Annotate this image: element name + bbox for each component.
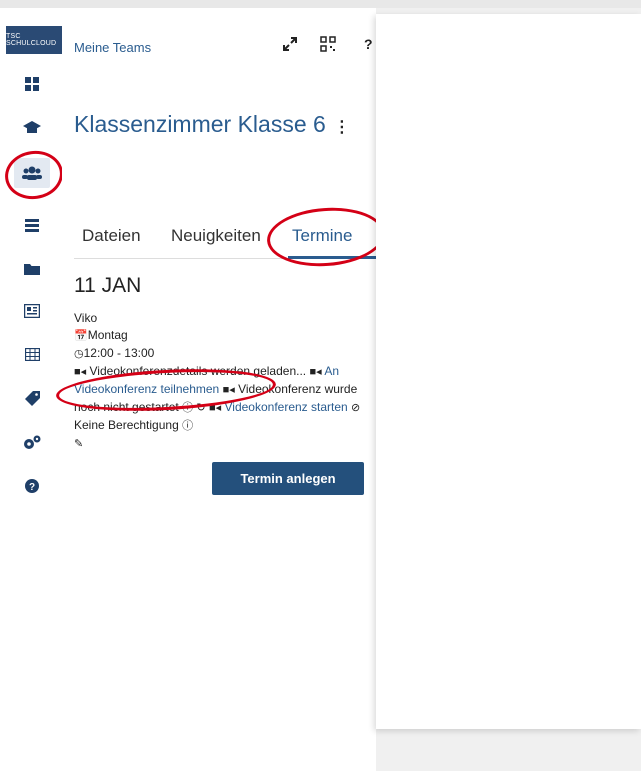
clock-icon: ◷	[74, 348, 84, 360]
more-options-icon[interactable]: ⋮	[334, 119, 350, 136]
help-icon[interactable]: ?	[364, 36, 373, 52]
svg-text:?: ?	[29, 482, 35, 493]
event-time-row: ◷12:00 - 13:00	[74, 345, 364, 363]
folder-icon[interactable]	[20, 256, 44, 280]
question-icon[interactable]: ?	[20, 474, 44, 498]
edit-icon[interactable]: ✎	[74, 438, 83, 450]
dashboard-icon[interactable]	[20, 72, 44, 96]
annotation-circle-termine	[265, 203, 387, 271]
browser-top-strip	[0, 0, 641, 8]
qr-code-icon[interactable]	[320, 36, 336, 55]
video-camera-icon: ■◂	[309, 366, 322, 378]
event-time: 12:00 - 13:00	[83, 346, 155, 360]
tab-news[interactable]: Neuigkeiten	[171, 226, 261, 246]
tab-files[interactable]: Dateien	[82, 226, 141, 246]
event-weekday: Montag	[87, 328, 128, 342]
gears-icon[interactable]	[20, 430, 44, 454]
news-icon[interactable]	[20, 299, 44, 323]
tag-icon[interactable]	[20, 386, 44, 410]
team-panel: Meine Teams ? Klassenzimmer Klasse 6 ⋮ Da…	[55, 8, 387, 771]
no-permission-text: Keine Berechtigung	[74, 418, 179, 432]
video-camera-icon: ■◂	[74, 366, 87, 378]
calendar-grid-icon[interactable]	[20, 342, 44, 366]
edit-row: ✎	[74, 435, 364, 453]
expand-icon[interactable]	[282, 36, 298, 55]
page-title: Klassenzimmer Klasse 6 ⋮	[74, 111, 350, 138]
annotation-circle-users	[1, 147, 67, 203]
event-weekday-row: 📅Montag	[74, 327, 364, 345]
app-logo[interactable]: TSC SCHULCLOUD	[6, 26, 62, 54]
event-name: Viko	[74, 311, 98, 325]
team-title: Klassenzimmer Klasse 6	[74, 111, 326, 137]
right-content-panel	[376, 14, 641, 729]
calendar-icon: 📅	[74, 330, 88, 342]
graduation-cap-icon[interactable]	[20, 116, 44, 140]
info-icon[interactable]: ⓘ	[182, 420, 193, 432]
tasks-icon[interactable]	[20, 214, 44, 238]
start-videoconference-link[interactable]: Videokonferenz starten	[225, 400, 348, 414]
ban-icon: ⊘	[351, 402, 361, 414]
create-event-button[interactable]: Termin anlegen	[212, 462, 364, 495]
sidebar: TSC SCHULCLOUD ?	[0, 8, 67, 771]
breadcrumb[interactable]: Meine Teams	[74, 40, 151, 55]
event-date: 11 JAN	[74, 274, 142, 297]
